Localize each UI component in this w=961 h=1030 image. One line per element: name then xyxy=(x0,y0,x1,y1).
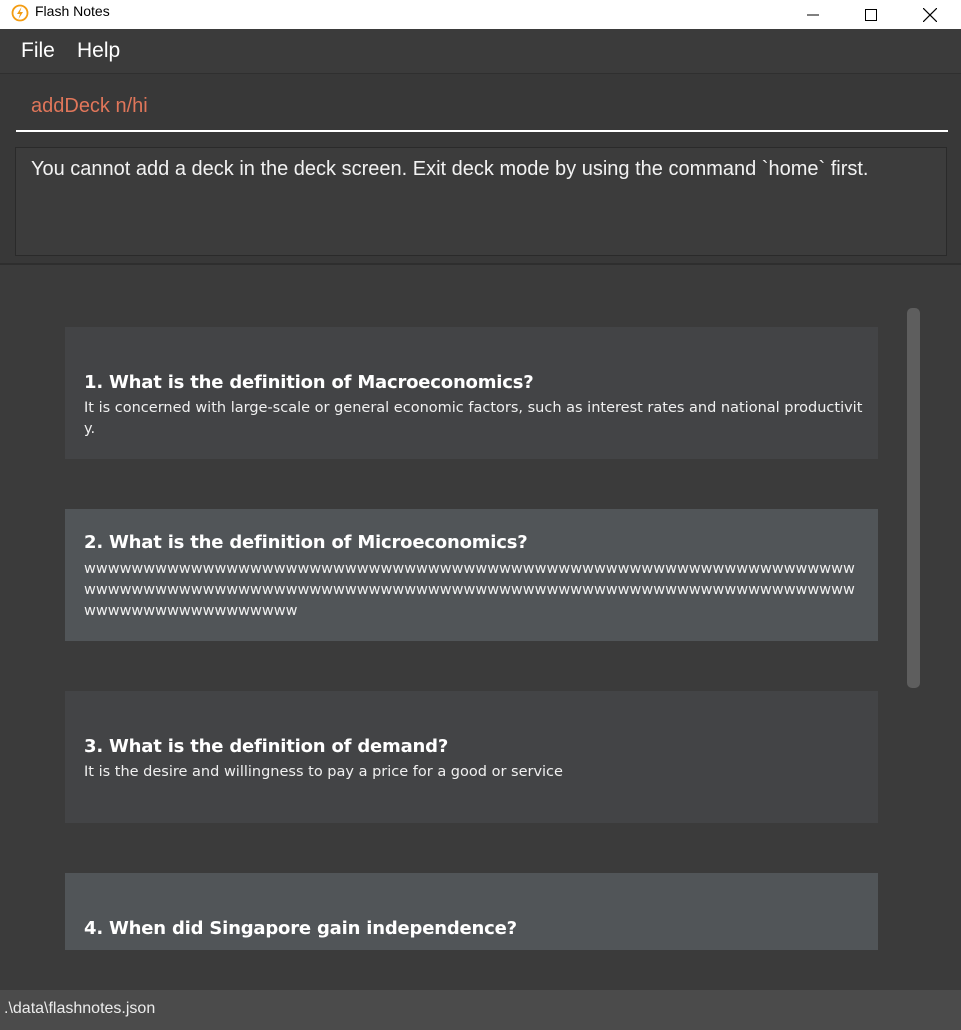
command-input[interactable] xyxy=(31,92,931,120)
menu-bar: File Help xyxy=(0,29,961,74)
maximize-icon xyxy=(865,8,877,21)
menu-file[interactable]: File xyxy=(21,39,55,63)
file-path: .\data\flashnotes.json xyxy=(4,1000,156,1017)
card-question: 3. What is the definition of demand? xyxy=(84,736,449,757)
result-display: You cannot add a deck in the deck screen… xyxy=(15,147,947,256)
result-message: You cannot add a deck in the deck screen… xyxy=(31,158,869,180)
title-bar: Flash Notes xyxy=(0,0,961,29)
close-icon xyxy=(923,7,937,22)
window-title: Flash Notes xyxy=(35,3,110,19)
card-list[interactable]: 1. What is the definition of Macroeconom… xyxy=(0,265,961,990)
card-question: 4. When did Singapore gain independence? xyxy=(84,918,517,939)
card-question: 2. What is the definition of Microeconom… xyxy=(84,532,528,553)
command-box xyxy=(16,84,948,132)
menu-help[interactable]: Help xyxy=(77,39,120,63)
card-answer: wwwwwwwwwwwwwwwwwwwwwwwwwwwwwwwwwwwwwwww… xyxy=(84,561,855,619)
card-answer: It is the desire and willingness to pay … xyxy=(84,764,563,780)
maximize-button[interactable] xyxy=(848,0,894,29)
minimize-icon xyxy=(807,14,819,15)
minimize-button[interactable] xyxy=(790,0,836,29)
card-item-1[interactable]: 1. What is the definition of Macroeconom… xyxy=(65,327,878,459)
lightning-icon xyxy=(11,4,29,22)
card-item-3[interactable]: 3. What is the definition of demand? It … xyxy=(65,691,878,823)
card-item-2[interactable]: 2. What is the definition of Microeconom… xyxy=(65,509,878,641)
status-bar: .\data\flashnotes.json xyxy=(0,990,961,1030)
card-question: 1. What is the definition of Macroeconom… xyxy=(84,372,534,393)
close-button[interactable] xyxy=(907,0,953,29)
scrollbar-thumb[interactable] xyxy=(907,308,920,688)
card-item-4[interactable]: 4. When did Singapore gain independence? xyxy=(65,873,878,950)
card-answer: It is concerned with large-scale or gene… xyxy=(84,400,863,437)
